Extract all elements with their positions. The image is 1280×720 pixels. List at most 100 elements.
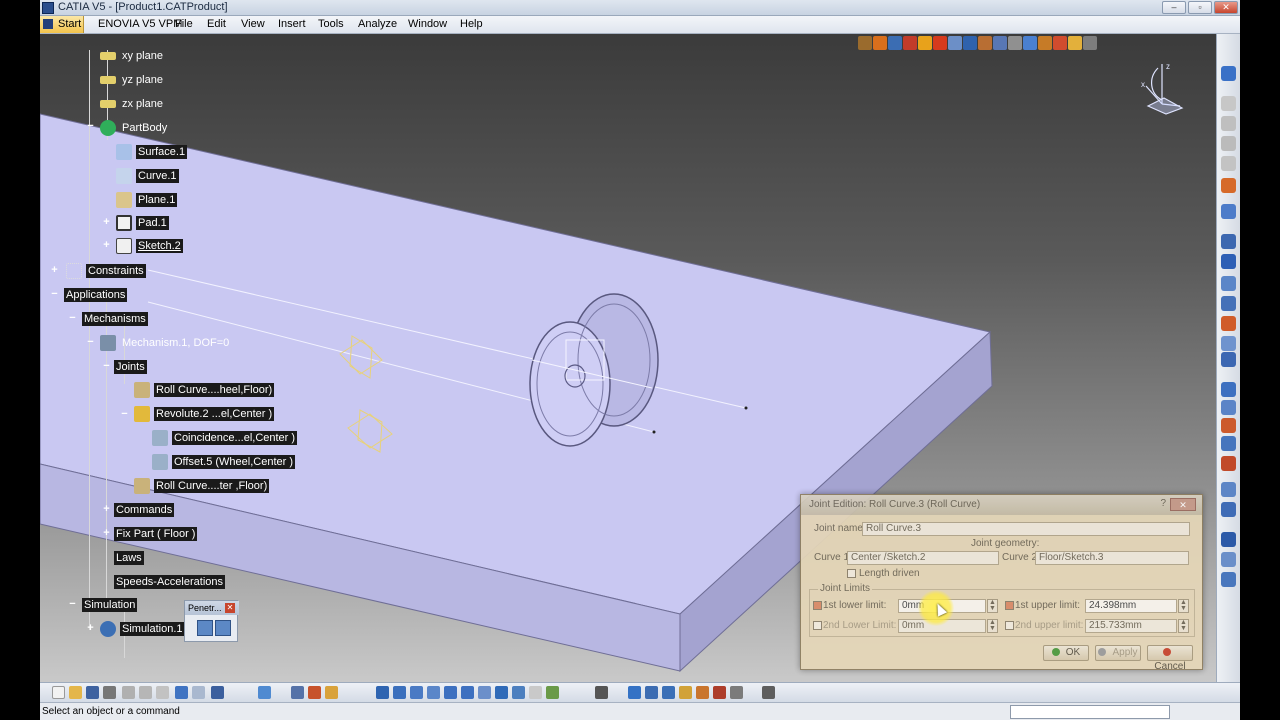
first-upper-limit-spinner[interactable]: ▲ ▼ bbox=[1178, 599, 1189, 613]
tool-q-icon[interactable] bbox=[1221, 456, 1236, 471]
first-upper-limit-field[interactable]: 24.398mm bbox=[1085, 599, 1177, 613]
tree-node-joints[interactable]: Joints bbox=[114, 359, 147, 375]
tree-node-pad1[interactable]: Pad.1 bbox=[116, 215, 169, 231]
tree-node-revolute2[interactable]: Revolute.2 ...el,Center ) bbox=[134, 406, 275, 422]
tool-j-icon[interactable] bbox=[1221, 316, 1236, 331]
second-upper-limit-field[interactable]: 215.733mm bbox=[1085, 619, 1177, 633]
workbench-icon[interactable] bbox=[1221, 66, 1236, 81]
tool-n-icon[interactable] bbox=[1221, 400, 1236, 415]
menu-help[interactable]: Help bbox=[460, 18, 483, 30]
tool-d-icon[interactable] bbox=[1221, 156, 1236, 171]
expand-icon[interactable]: − bbox=[120, 409, 129, 420]
tool-t-icon[interactable] bbox=[1221, 532, 1236, 547]
tree-node-mechanisms[interactable]: Mechanisms bbox=[82, 311, 148, 327]
sweep-icon[interactable] bbox=[993, 36, 1007, 50]
dialog-close-button[interactable]: ✕ bbox=[1170, 498, 1196, 511]
fly-mode-icon[interactable] bbox=[376, 686, 389, 699]
expand-icon[interactable]: + bbox=[102, 504, 111, 515]
search-icon[interactable] bbox=[258, 686, 271, 699]
print-icon[interactable] bbox=[103, 686, 116, 699]
catalog-icon[interactable] bbox=[325, 686, 338, 699]
tree-node-commands[interactable]: Commands bbox=[114, 502, 175, 518]
tree-node-roll-curve-wheel[interactable]: Roll Curve....heel,Floor) bbox=[134, 382, 275, 398]
expand-icon[interactable]: − bbox=[68, 313, 77, 324]
open-icon[interactable] bbox=[69, 686, 82, 699]
tree-node-constraints[interactable]: Constraints bbox=[66, 263, 146, 279]
close-button[interactable]: ✕ bbox=[1214, 1, 1238, 14]
speed-icon[interactable] bbox=[1023, 36, 1037, 50]
table-icon[interactable] bbox=[291, 686, 304, 699]
expand-icon[interactable]: + bbox=[86, 623, 95, 634]
tree-node-simulation1[interactable]: Simulation.1 bbox=[100, 621, 185, 637]
clash-detect-icon[interactable] bbox=[696, 686, 709, 699]
whats-this-icon[interactable] bbox=[211, 686, 224, 699]
tree-node-zx-plane[interactable]: zx plane bbox=[100, 96, 165, 112]
tree-node-mechanism1[interactable]: Mechanism.1, DOF=0 bbox=[100, 335, 231, 351]
tree-node-applications[interactable]: Applications bbox=[64, 287, 128, 303]
copy-icon[interactable] bbox=[139, 686, 152, 699]
rotate-icon[interactable] bbox=[427, 686, 440, 699]
select-icon[interactable] bbox=[1221, 178, 1236, 193]
menu-analyze[interactable]: Analyze bbox=[358, 18, 397, 30]
menu-start[interactable]: Start bbox=[40, 16, 84, 33]
curve2-field[interactable]: Floor/Sketch.3 bbox=[1035, 551, 1189, 565]
constraint-icon[interactable] bbox=[888, 36, 902, 50]
tree-node-surface1[interactable]: Surface.1 bbox=[116, 144, 188, 160]
analysis-icon[interactable] bbox=[1053, 36, 1067, 50]
swap-visible-icon[interactable] bbox=[546, 686, 559, 699]
tree-node-coincidence[interactable]: Coincidence...el,Center ) bbox=[152, 430, 298, 446]
tree-node-offset5[interactable]: Offset.5 (Wheel,Center ) bbox=[152, 454, 296, 470]
tool-o-icon[interactable] bbox=[1221, 418, 1236, 433]
undo-icon[interactable] bbox=[175, 686, 188, 699]
snapshot-icon[interactable] bbox=[595, 686, 608, 699]
menu-file[interactable]: File bbox=[175, 18, 193, 30]
expand-icon[interactable]: + bbox=[102, 217, 111, 228]
tool-m-icon[interactable] bbox=[1221, 382, 1236, 397]
tree-node-speeds[interactable]: Speeds-Accelerations bbox=[114, 574, 226, 590]
hide-show-icon[interactable] bbox=[529, 686, 542, 699]
help-icon[interactable]: ? bbox=[1160, 498, 1166, 509]
penetration-close-button[interactable]: ✕ bbox=[225, 603, 235, 613]
tool-c-icon[interactable] bbox=[1221, 136, 1236, 151]
redo-icon[interactable] bbox=[192, 686, 205, 699]
curve1-field[interactable]: Center /Sketch.2 bbox=[847, 551, 999, 565]
tree-node-fix-part[interactable]: Fix Part ( Floor ) bbox=[114, 526, 198, 542]
tree-node-plane1[interactable]: Plane.1 bbox=[116, 192, 178, 208]
expand-icon[interactable]: − bbox=[86, 337, 95, 348]
cut-icon[interactable] bbox=[122, 686, 135, 699]
menu-insert[interactable]: Insert bbox=[278, 18, 306, 30]
replay-icon[interactable] bbox=[948, 36, 962, 50]
expand-icon[interactable]: − bbox=[86, 121, 95, 132]
tree-node-laws[interactable]: Laws bbox=[114, 550, 144, 566]
compass-icon[interactable] bbox=[628, 686, 641, 699]
tool-l-icon[interactable] bbox=[1221, 352, 1236, 367]
normal-view-icon[interactable] bbox=[478, 686, 491, 699]
clash-icon[interactable] bbox=[978, 36, 992, 50]
expand-icon[interactable]: − bbox=[102, 361, 111, 372]
expand-icon[interactable]: − bbox=[50, 289, 59, 300]
axis-icon[interactable] bbox=[1083, 36, 1097, 50]
menu-view[interactable]: View bbox=[241, 18, 265, 30]
trace-icon[interactable] bbox=[1008, 36, 1022, 50]
penetration-button-1[interactable] bbox=[197, 620, 213, 636]
first-lower-limit-spinner[interactable]: ▲ ▼ bbox=[987, 599, 998, 613]
mechanism-icon[interactable] bbox=[903, 36, 917, 50]
second-lower-limit-spinner[interactable]: ▲ ▼ bbox=[987, 619, 998, 633]
zoom-in-icon[interactable] bbox=[444, 686, 457, 699]
measure-icon[interactable] bbox=[730, 686, 743, 699]
first-lower-limit-checkbox[interactable] bbox=[813, 601, 822, 610]
joint-name-field[interactable]: Roll Curve.3 bbox=[862, 522, 1190, 536]
apply-button[interactable]: Apply bbox=[1095, 645, 1141, 661]
zoom-out-icon[interactable] bbox=[461, 686, 474, 699]
tree-node-roll-curve-center[interactable]: Roll Curve....ter ,Floor) bbox=[134, 478, 270, 494]
shading-icon[interactable] bbox=[512, 686, 525, 699]
manipulate-icon[interactable] bbox=[662, 686, 675, 699]
tool-r-icon[interactable] bbox=[1221, 482, 1236, 497]
tool-s-icon[interactable] bbox=[1221, 502, 1236, 517]
simulate-icon[interactable] bbox=[933, 36, 947, 50]
tool-g-icon[interactable] bbox=[1221, 254, 1236, 269]
length-driven-checkbox[interactable] bbox=[847, 569, 856, 578]
law-icon[interactable] bbox=[1068, 36, 1082, 50]
expand-icon[interactable]: + bbox=[102, 528, 111, 539]
tool-k-icon[interactable] bbox=[1221, 336, 1236, 351]
